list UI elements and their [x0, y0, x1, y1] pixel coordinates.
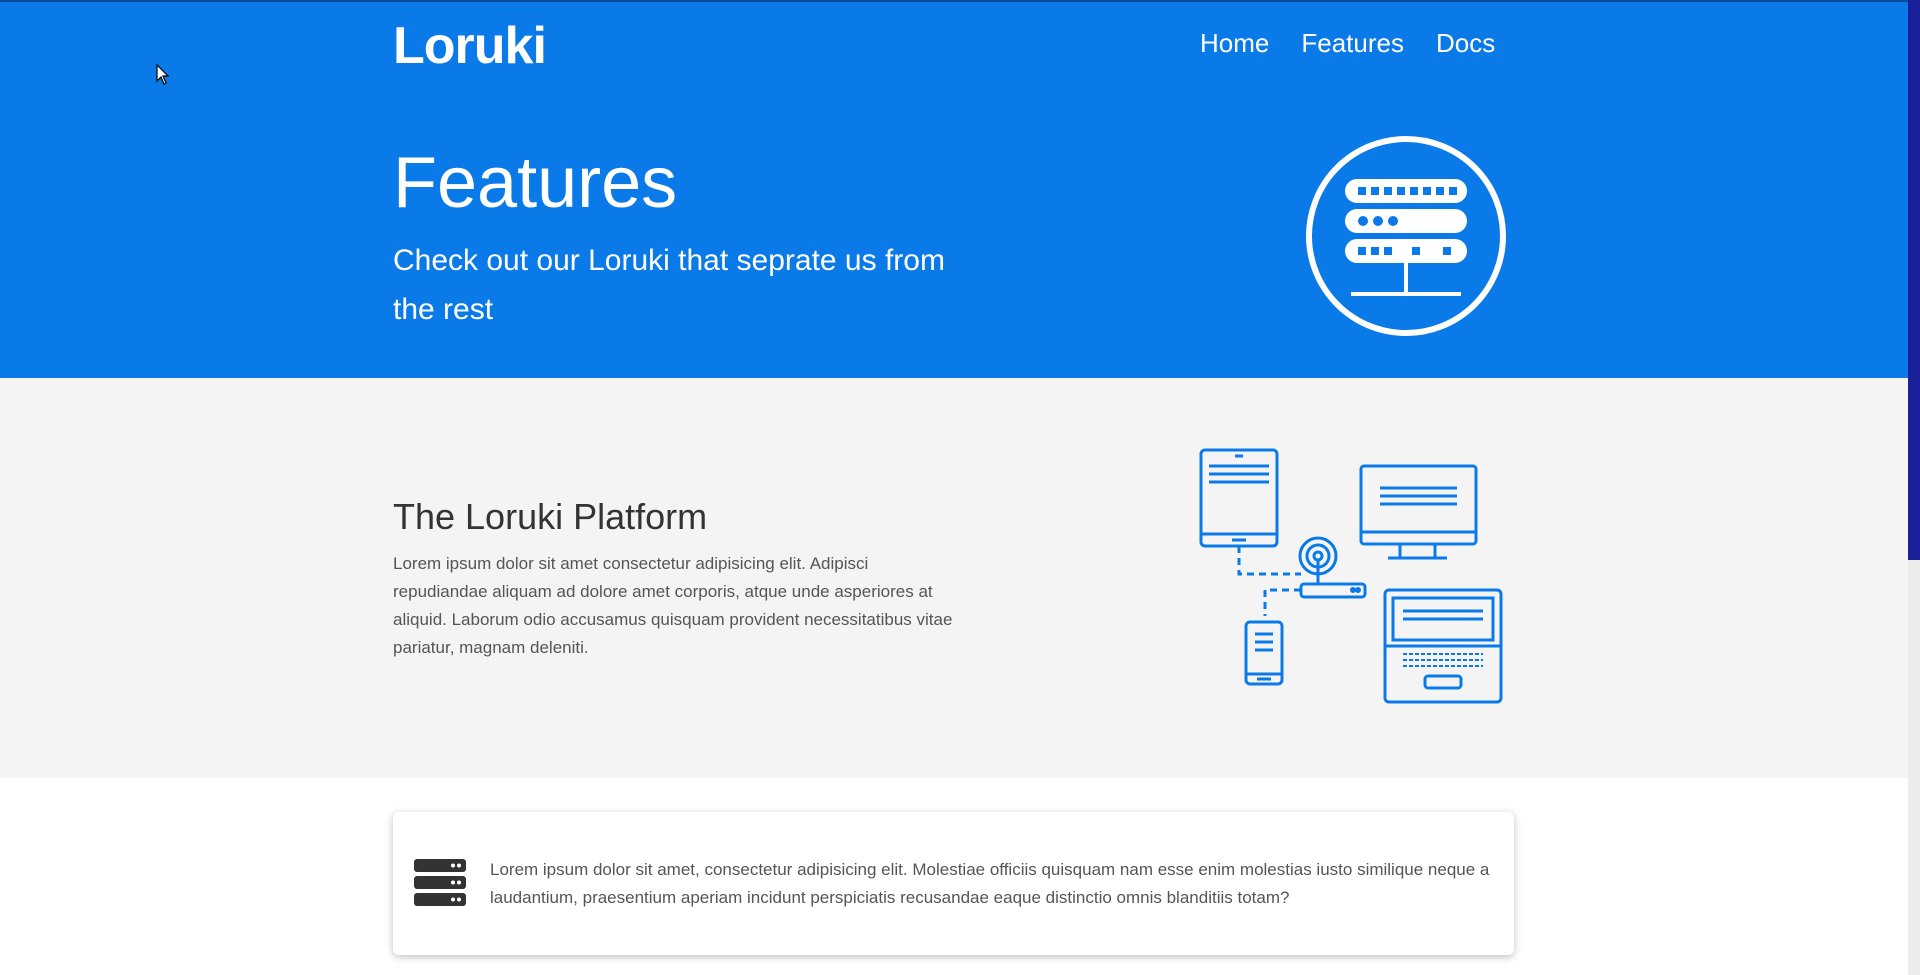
page: Loruki Home Features Docs Features Check…: [0, 0, 1908, 975]
nav-features-link[interactable]: Features: [1301, 28, 1404, 59]
server-stack-icon: [414, 859, 466, 906]
main-nav: Home Features Docs: [1200, 28, 1495, 59]
hero-title: Features: [393, 143, 678, 223]
brand-logo[interactable]: Loruki: [393, 16, 547, 76]
hero-subtitle: Check out our Loruki that seprate us fro…: [393, 244, 945, 326]
mouse-cursor-icon: [156, 64, 170, 85]
server-circle-icon: [1306, 136, 1506, 336]
feature-card-text: Lorem ipsum dolor sit amet, consectetur …: [490, 860, 1490, 907]
platform-title: The Loruki Platform: [393, 496, 708, 537]
platform-description: Lorem ipsum dolor sit amet consectetur a…: [393, 554, 953, 657]
feature-card: Lorem ipsum dolor sit amet, consectetur …: [393, 812, 1514, 955]
platform-section: The Loruki Platform Lorem ipsum dolor si…: [0, 378, 1908, 778]
nav-docs-link[interactable]: Docs: [1436, 28, 1495, 59]
hero-section: Loruki Home Features Docs Features Check…: [0, 0, 1908, 378]
nav-home-link[interactable]: Home: [1200, 28, 1269, 59]
connected-devices-icon: [1199, 448, 1503, 704]
scrollbar-thumb[interactable]: [1908, 0, 1920, 560]
